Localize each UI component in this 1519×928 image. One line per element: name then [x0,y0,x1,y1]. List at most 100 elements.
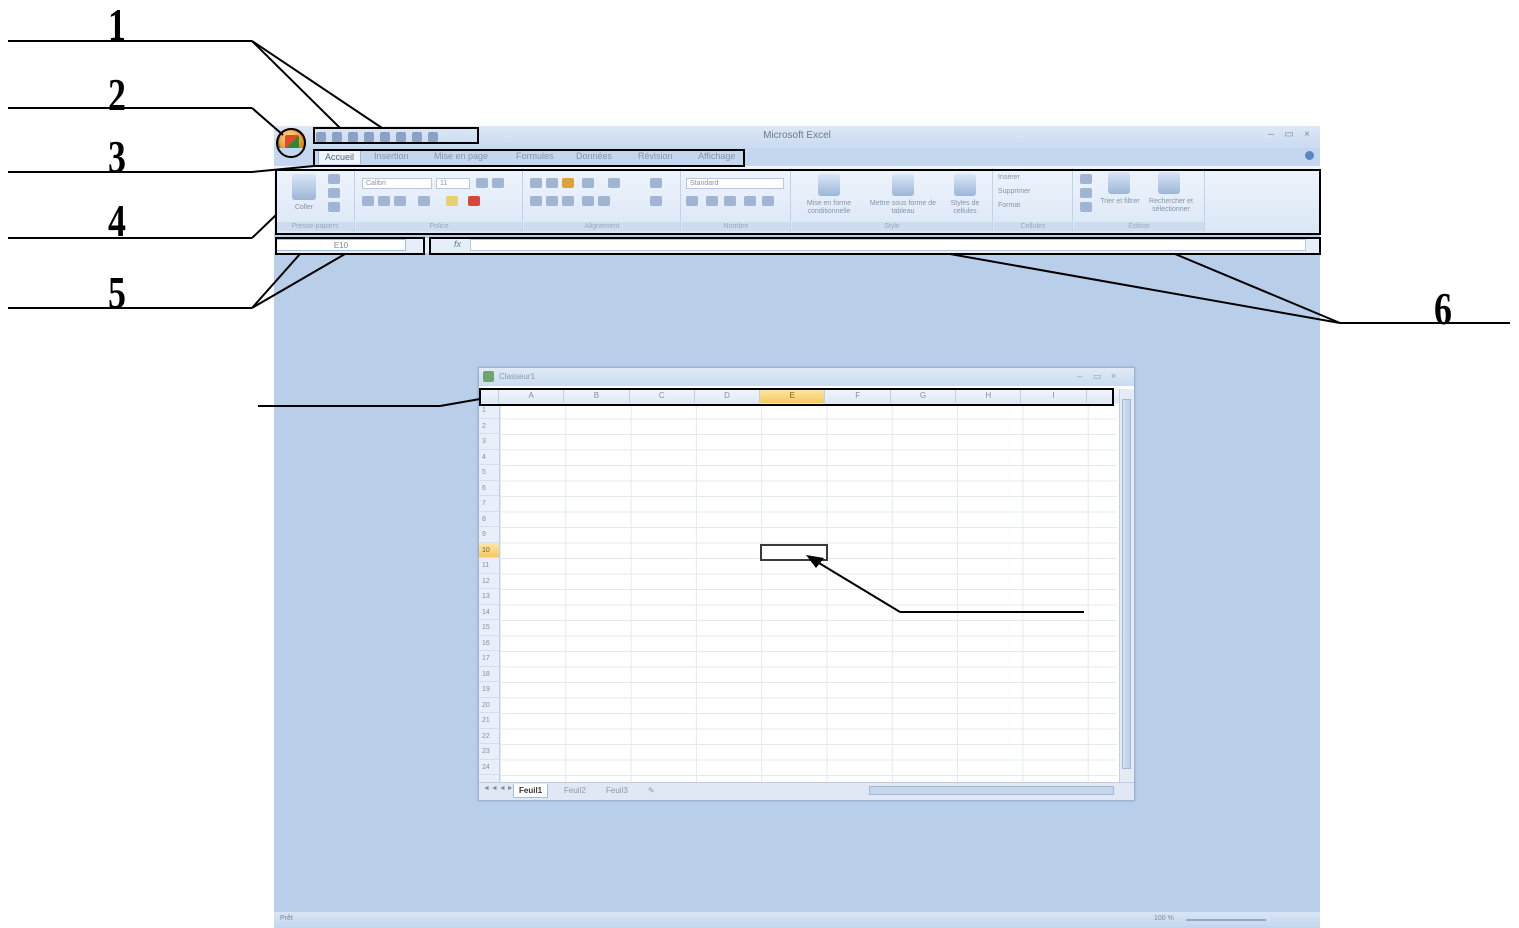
row-header-11[interactable]: 11 [479,558,499,574]
column-header-g[interactable]: G [891,389,957,403]
row-header-21[interactable]: 21 [479,713,499,729]
row-header-22[interactable]: 22 [479,729,499,744]
insert-cells-button[interactable]: Insérer [998,174,1068,182]
column-header-a[interactable]: A [499,389,565,403]
number-format-select[interactable]: Standard [686,178,784,189]
print-icon[interactable] [396,131,406,142]
row-header-9[interactable]: 9 [479,527,499,543]
tab-insertion[interactable]: Insertion [374,151,409,161]
restore-button[interactable]: ▭ [1282,129,1296,140]
delete-cells-button[interactable]: Supprimer [998,188,1068,196]
align-left-icon[interactable] [530,196,542,206]
row-header-1[interactable]: 1 [479,403,499,419]
zoom-slider[interactable] [1186,919,1266,921]
column-header-d[interactable]: D [695,389,761,403]
column-header-h[interactable]: H [956,389,1022,403]
vertical-scrollbar[interactable] [1119,389,1134,782]
increase-decimal-icon[interactable] [744,196,756,206]
copy-icon[interactable] [328,188,340,198]
find-select-label[interactable]: Rechercher et sélectionner [1142,198,1200,214]
row-header-5[interactable]: 5 [479,465,499,481]
insert-function-icon[interactable]: fx [454,239,461,249]
undo-icon[interactable] [332,131,342,142]
bold-icon[interactable] [362,196,374,206]
align-top-icon[interactable] [530,178,542,188]
column-header-e[interactable]: E [760,389,826,403]
orientation-icon[interactable] [582,178,594,188]
merge-icon[interactable] [650,178,662,188]
vertical-scroll-thumb[interactable] [1122,399,1131,769]
format-painter-icon[interactable] [328,202,340,212]
save-icon[interactable] [316,131,326,142]
align-center-icon[interactable] [546,196,558,206]
help-icon[interactable] [1305,151,1314,160]
format-as-table-label[interactable]: Mettre sous forme de tableau [868,200,938,216]
find-select-icon[interactable] [1158,172,1180,194]
open-icon[interactable] [380,131,390,142]
row-header-12[interactable]: 12 [479,574,499,589]
tab-formules[interactable]: Formules [516,151,554,161]
close-button[interactable]: × [1300,129,1314,140]
insert-sheet-icon[interactable]: ✎ [643,784,660,797]
autosum-icon[interactable] [1080,174,1092,184]
paste-icon[interactable] [292,174,316,200]
merge-center-icon[interactable] [650,196,662,206]
column-header-b[interactable]: B [564,389,630,403]
row-header-2[interactable]: 2 [479,419,499,434]
active-cell[interactable] [760,544,828,561]
tab-revision[interactable]: Révision [638,151,673,161]
workbook-minimize-button[interactable]: – [1077,371,1082,381]
workbook-restore-button[interactable]: ▭ [1093,371,1102,382]
row-header-13[interactable]: 13 [479,589,499,605]
clear-icon[interactable] [1080,202,1092,212]
cut-icon[interactable] [328,174,340,184]
format-as-table-icon[interactable] [892,174,914,196]
workbook-close-button[interactable]: × [1111,371,1116,381]
row-header-8[interactable]: 8 [479,512,499,527]
column-header-c[interactable]: C [630,389,695,403]
tab-affichage[interactable]: Affichage [698,151,735,161]
fill-icon[interactable] [1080,188,1092,198]
new-icon[interactable] [364,131,374,142]
row-header-7[interactable]: 7 [479,496,499,512]
row-header-23[interactable]: 23 [479,744,499,760]
shrink-font-icon[interactable] [492,178,504,188]
horizontal-scrollbar[interactable] [869,786,1114,795]
underline-icon[interactable] [394,196,406,206]
format-cells-button[interactable]: Format [998,202,1068,210]
redo-icon[interactable] [348,131,358,142]
row-header-14[interactable]: 14 [479,605,499,620]
thousands-icon[interactable] [724,196,736,206]
tab-mise-en-page[interactable]: Mise en page [434,151,488,161]
percent-icon[interactable] [706,196,718,206]
zoom-level[interactable]: 100 % [1154,915,1174,922]
name-box[interactable]: E10 [276,239,406,251]
preview-icon[interactable] [412,131,422,142]
font-color-icon[interactable] [468,196,480,206]
row-header-20[interactable]: 20 [479,698,499,713]
italic-icon[interactable] [378,196,390,206]
row-header-10[interactable]: 10 [479,542,499,558]
font-size-select[interactable]: 11 [436,178,470,189]
align-middle-icon[interactable] [546,178,558,188]
row-header-16[interactable]: 16 [479,636,499,651]
row-header-17[interactable]: 17 [479,651,499,667]
row-header-18[interactable]: 18 [479,667,499,682]
fill-color-icon[interactable] [446,196,458,206]
decrease-decimal-icon[interactable] [762,196,774,206]
decrease-indent-icon[interactable] [582,196,594,206]
column-header-i[interactable]: I [1021,389,1087,403]
row-header-19[interactable]: 19 [479,682,499,698]
sort-filter-label[interactable]: Trier et filtrer [1100,198,1140,206]
sort-filter-icon[interactable] [1108,172,1130,194]
currency-icon[interactable] [686,196,698,206]
increase-indent-icon[interactable] [598,196,610,206]
minimize-button[interactable]: – [1264,129,1278,140]
cell-styles-label[interactable]: Styles de cellules [942,200,988,216]
grow-font-icon[interactable] [476,178,488,188]
sheet-tab-feuil2[interactable]: Feuil2 [559,784,591,797]
conditional-format-icon[interactable] [818,174,840,196]
customize-qat-icon[interactable] [428,131,438,142]
cell-styles-icon[interactable] [954,174,976,196]
font-name-select[interactable]: Calibri [362,178,432,189]
